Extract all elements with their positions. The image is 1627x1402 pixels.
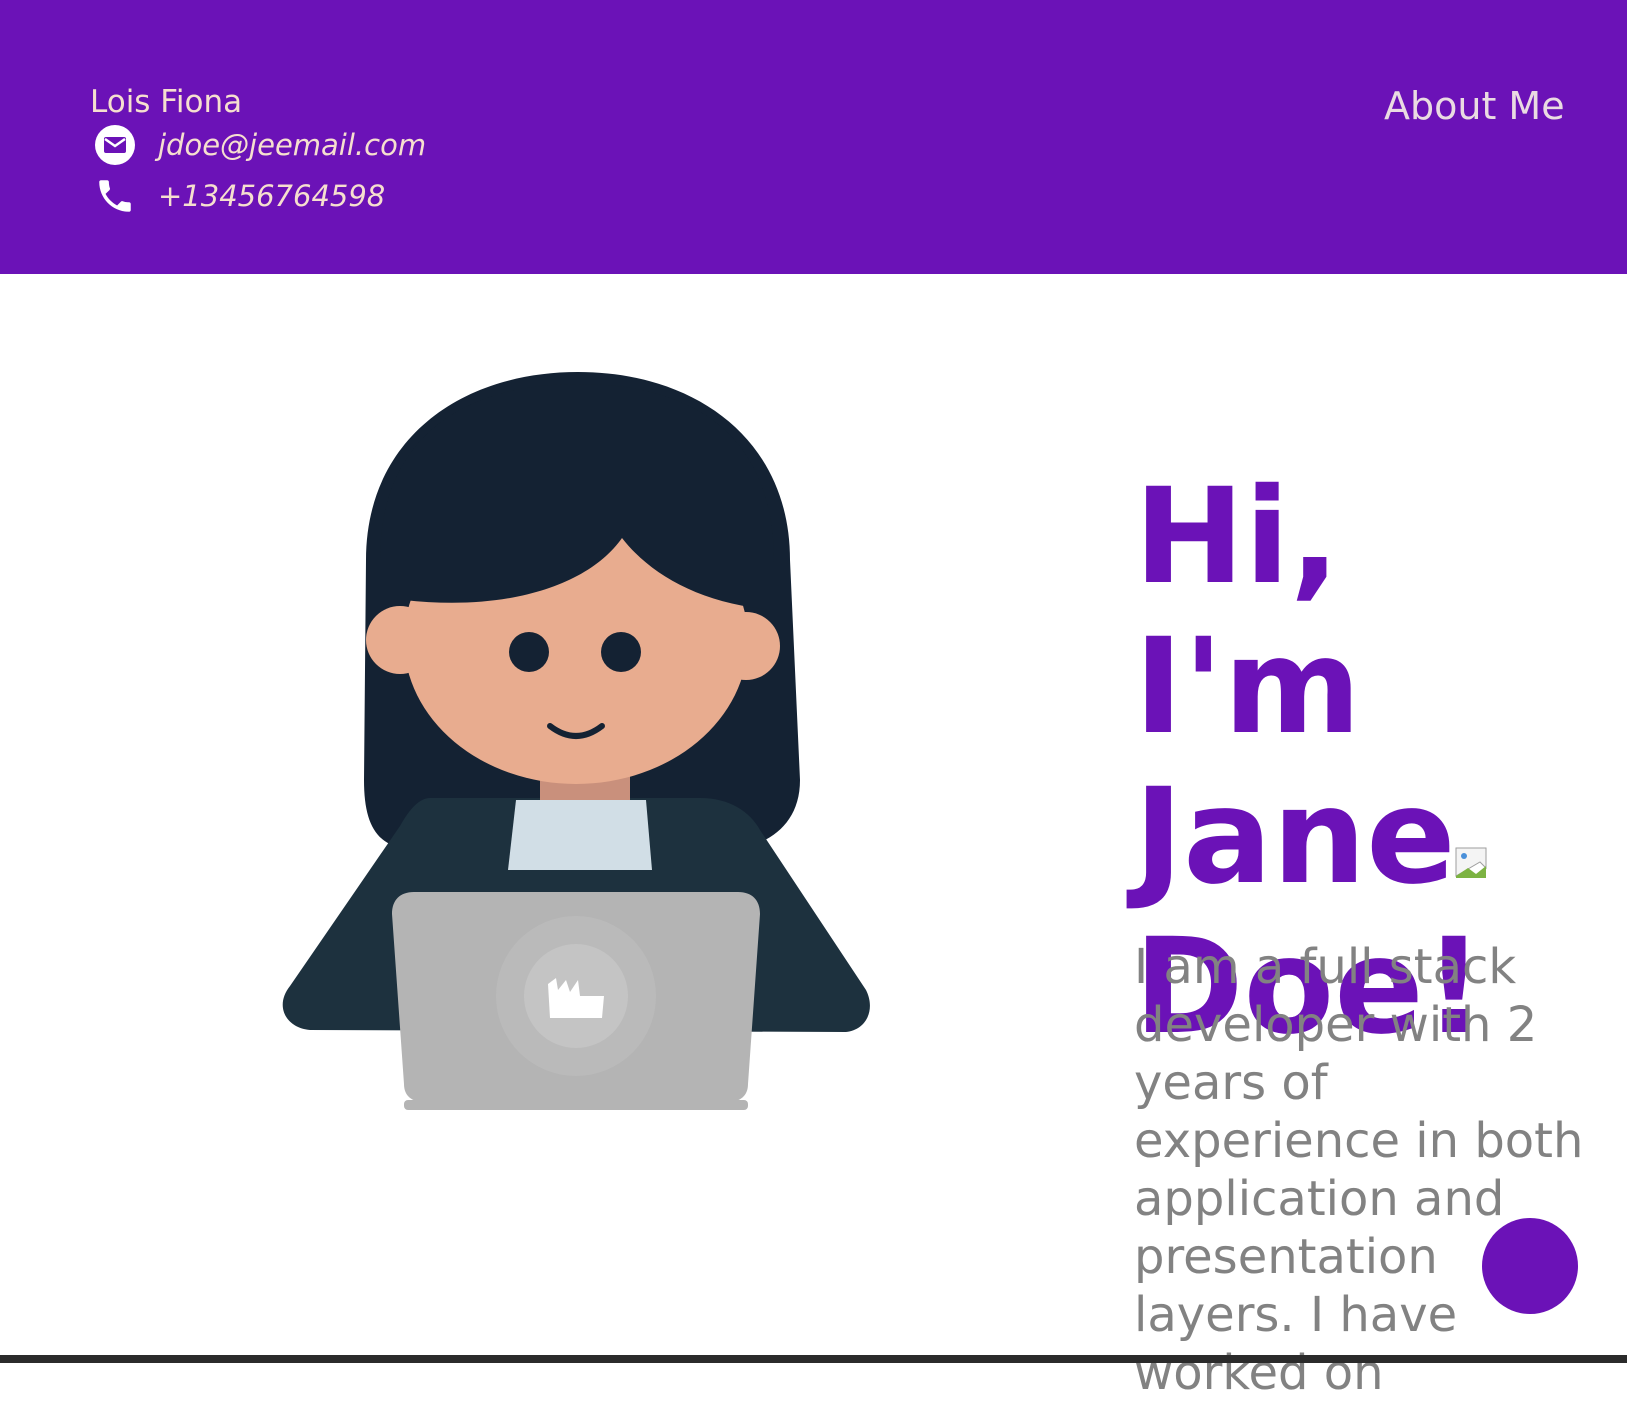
- hero-bio: I am a full stack developer with 2 years…: [1134, 939, 1584, 1401]
- developer-illustration: [270, 360, 880, 1120]
- window-bottom-edge: [0, 1355, 1627, 1363]
- phone-contact[interactable]: +13456764598: [94, 175, 385, 217]
- phone-icon: [94, 175, 136, 217]
- broken-image-icon: [1454, 846, 1488, 880]
- owner-name: Lois Fiona: [90, 84, 243, 120]
- phone-link[interactable]: +13456764598: [158, 179, 385, 213]
- floating-action-button[interactable]: [1482, 1218, 1578, 1314]
- email-link[interactable]: jdoe@jeemail.com: [158, 128, 426, 162]
- nav-about-me[interactable]: About Me: [1384, 84, 1565, 128]
- envelope-icon: [94, 124, 136, 166]
- email-contact[interactable]: jdoe@jeemail.com: [94, 124, 426, 166]
- site-header: Lois Fiona jdoe@jeemail.com +13456764598…: [0, 0, 1627, 274]
